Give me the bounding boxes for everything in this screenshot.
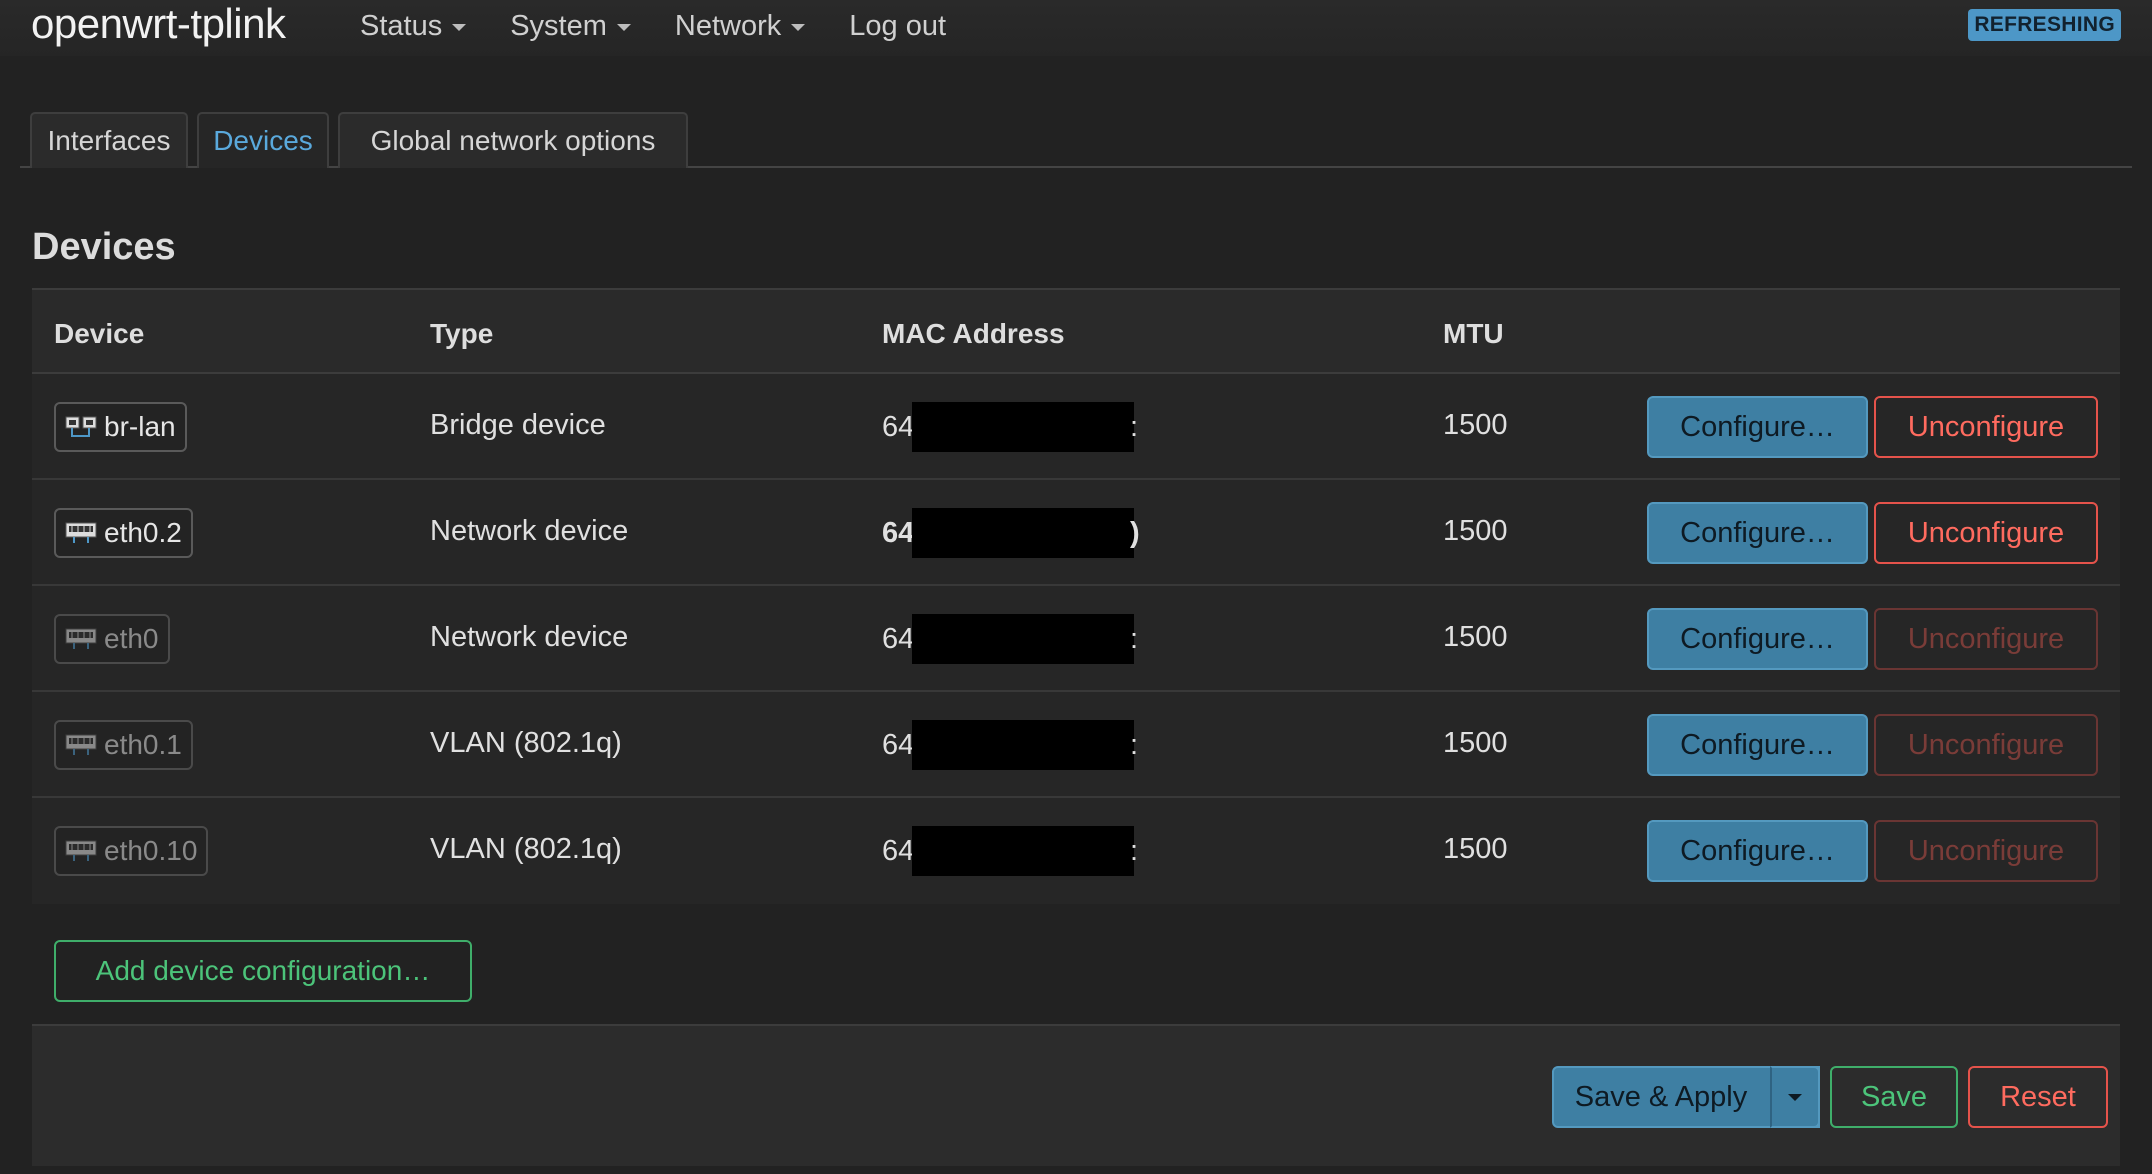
configure-label: Configure…: [1680, 410, 1835, 443]
form-actions-footer: Save & Apply Save Reset: [32, 1024, 2120, 1166]
device-name: eth0.2: [104, 517, 182, 548]
refreshing-badge[interactable]: REFRESHING: [1968, 9, 2121, 41]
save-apply-dropdown-toggle[interactable]: [1770, 1066, 1820, 1128]
column-header-mac: MAC Address: [882, 318, 1065, 349]
redaction-box: [912, 614, 1134, 664]
mac-prefix: 64: [882, 834, 915, 867]
configure-label: Configure…: [1680, 516, 1835, 549]
device-badge[interactable]: eth0.1: [54, 720, 193, 770]
bridge-icon: [65, 416, 97, 437]
table-row: br-lan Bridge device 64 : 1500 Configure…: [32, 374, 2120, 480]
ethernet-port-icon: [65, 840, 97, 861]
configure-button[interactable]: Configure…: [1647, 714, 1868, 776]
mac-address: 64 ): [882, 506, 1140, 560]
configure-button[interactable]: Configure…: [1647, 608, 1868, 670]
mac-tail: :: [1130, 728, 1139, 761]
tab-global-network-options[interactable]: Global network options: [338, 112, 688, 168]
ethernet-port-icon: [65, 522, 97, 543]
mac-prefix: 64: [882, 410, 915, 443]
device-name: eth0.10: [104, 835, 198, 866]
device-type: Network device: [430, 621, 629, 653]
redaction-box: [912, 402, 1134, 452]
mac-address: 64 :: [882, 612, 1138, 666]
device-type: Network device: [430, 515, 629, 547]
device-badge[interactable]: eth0.2: [54, 508, 193, 558]
device-type: Bridge device: [430, 409, 606, 441]
unconfigure-button[interactable]: Unconfigure: [1874, 396, 2098, 458]
mac-address: 64 :: [882, 824, 1138, 878]
menu-logout-label: Log out: [849, 10, 947, 42]
device-mtu: 1500: [1443, 621, 1508, 653]
chevron-down-icon: [1788, 1093, 1802, 1101]
column-header-type: Type: [430, 318, 494, 349]
device-type: VLAN (802.1q): [430, 727, 622, 759]
unconfigure-button: Unconfigure: [1874, 714, 2098, 776]
mac-tail: :: [1130, 622, 1139, 655]
device-badge[interactable]: br-lan: [54, 402, 187, 452]
mac-prefix: 64: [882, 728, 915, 761]
menu-status-label: Status: [360, 10, 443, 42]
configure-label: Configure…: [1680, 834, 1835, 867]
unconfigure-button: Unconfigure: [1874, 820, 2098, 882]
mac-tail: :: [1130, 834, 1139, 867]
unconfigure-button: Unconfigure: [1874, 608, 2098, 670]
mac-prefix: 64: [882, 516, 915, 549]
reset-button[interactable]: Reset: [1968, 1066, 2108, 1128]
device-name: eth0: [104, 623, 159, 654]
device-mtu: 1500: [1443, 409, 1508, 441]
configure-button[interactable]: Configure…: [1647, 396, 1868, 458]
save-button[interactable]: Save: [1830, 1066, 1958, 1128]
device-badge[interactable]: eth0: [54, 614, 170, 664]
device-name: eth0.1: [104, 729, 182, 760]
save-and-apply-label: Save & Apply: [1574, 1080, 1748, 1113]
configure-label: Configure…: [1680, 622, 1835, 655]
column-header-device: Device: [54, 318, 145, 349]
chevron-down-icon: [616, 24, 631, 31]
table-row: eth0.10 VLAN (802.1q) 64 : 1500 Configur…: [32, 798, 2120, 904]
device-mtu: 1500: [1443, 833, 1508, 865]
mac-prefix: 64: [882, 622, 915, 655]
configure-button[interactable]: Configure…: [1647, 820, 1868, 882]
table-row: eth0.2 Network device 64 ) 1500 Configur…: [32, 480, 2120, 586]
menu-network-label: Network: [674, 10, 782, 42]
mac-tail: ): [1130, 516, 1140, 549]
redaction-box: [912, 508, 1134, 558]
tab-interfaces[interactable]: Interfaces: [30, 112, 188, 168]
configure-label: Configure…: [1680, 728, 1835, 761]
redaction-box: [912, 720, 1134, 770]
mac-address: 64 :: [882, 718, 1138, 772]
add-device-configuration-button[interactable]: Add device configuration…: [54, 940, 472, 1002]
chevron-down-icon: [791, 24, 806, 31]
section-title: Devices: [32, 226, 176, 268]
devices-table: Device Type MAC Address MTU br-lan Bridg…: [32, 288, 2120, 904]
ethernet-port-icon: [65, 734, 97, 755]
chevron-down-icon: [452, 24, 467, 31]
device-mtu: 1500: [1443, 727, 1508, 759]
menu-system-label: System: [510, 10, 607, 42]
main-menu: Status System Network Log out: [360, 10, 990, 43]
tab-bar: Interfaces Devices Global network option…: [20, 112, 2132, 168]
table-row: eth0.1 VLAN (802.1q) 64 : 1500 Configure…: [32, 692, 2120, 798]
unconfigure-button[interactable]: Unconfigure: [1874, 502, 2098, 564]
column-header-mtu: MTU: [1443, 318, 1504, 349]
brand-title[interactable]: openwrt-tplink: [31, 0, 286, 48]
table-row: eth0 Network device 64 : 1500 Configure……: [32, 586, 2120, 692]
menu-system[interactable]: System: [510, 10, 631, 43]
configure-button[interactable]: Configure…: [1647, 502, 1868, 564]
menu-status[interactable]: Status: [360, 10, 467, 43]
device-name: br-lan: [104, 411, 176, 442]
mac-address: 64 :: [882, 400, 1138, 454]
redaction-box: [912, 826, 1134, 876]
tab-devices[interactable]: Devices: [197, 112, 329, 168]
table-header: Device Type MAC Address MTU: [32, 290, 2120, 374]
device-type: VLAN (802.1q): [430, 833, 622, 865]
top-navbar: openwrt-tplink Status System Network Log…: [0, 0, 2152, 56]
ethernet-port-icon: [65, 628, 97, 649]
device-badge[interactable]: eth0.10: [54, 826, 209, 876]
menu-logout[interactable]: Log out: [849, 10, 946, 43]
mac-tail: :: [1130, 410, 1139, 443]
menu-network[interactable]: Network: [674, 10, 806, 43]
device-mtu: 1500: [1443, 515, 1508, 547]
